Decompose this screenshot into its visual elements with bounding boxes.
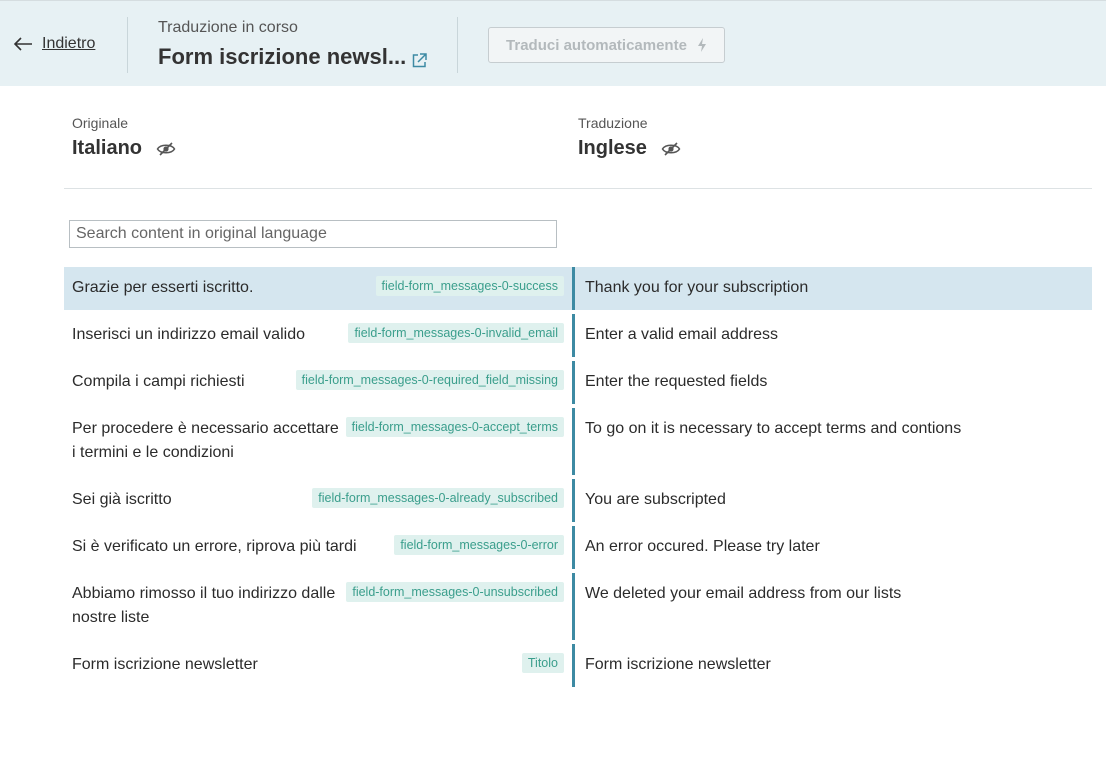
table-row: field-form_messages-0-unsubscribed Abbiam… xyxy=(64,573,1092,640)
translation-cell[interactable]: You are subscripted xyxy=(572,479,1092,522)
translation-language-header: Traduzione Inglese xyxy=(578,115,681,160)
translation-cell[interactable]: An error occured. Please try later xyxy=(572,526,1092,569)
translation-cell[interactable]: Enter the requested fields xyxy=(572,361,1092,404)
original-language: Italiano xyxy=(72,137,143,159)
translation-language: Inglese xyxy=(578,137,647,159)
field-key-badge: field-form_messages-0-accept_terms xyxy=(345,417,564,437)
external-link-icon[interactable] xyxy=(411,52,428,69)
original-cell[interactable]: field-form_messages-0-accept_terms Per pr… xyxy=(64,408,572,475)
field-key-badge: field-form_messages-0-invalid_email xyxy=(348,323,564,343)
eye-slash-icon[interactable] xyxy=(661,141,681,157)
divider xyxy=(64,188,1092,189)
translation-cell[interactable]: To go on it is necessary to accept terms… xyxy=(572,408,1092,475)
page-title: Form iscrizione newsl... xyxy=(158,44,407,69)
original-text: Sei già iscritto xyxy=(72,491,172,508)
back-link[interactable]: Indietro xyxy=(12,34,95,54)
field-key-badge: field-form_messages-0-success xyxy=(375,276,564,296)
original-cell[interactable]: field-form_messages-0-unsubscribed Abbiam… xyxy=(64,573,572,640)
original-caption: Originale xyxy=(72,115,129,131)
translation-list: field-form_messages-0-success Grazie per … xyxy=(64,267,1092,691)
search-input[interactable] xyxy=(69,220,557,248)
eye-slash-icon[interactable] xyxy=(156,141,176,157)
table-row: field-form_messages-0-required_field_mis… xyxy=(64,361,1092,404)
original-text: Inserisci un indirizzo email valido xyxy=(72,326,305,343)
back-label[interactable]: Indietro xyxy=(42,35,95,53)
original-cell[interactable]: field-form_messages-0-error Si è verifica… xyxy=(64,526,572,569)
translation-status: Traduzione in corso xyxy=(158,19,298,36)
original-text: Si è verificato un errore, riprova più t… xyxy=(72,538,357,555)
table-row: field-form_messages-0-success Grazie per … xyxy=(64,267,1092,310)
table-row: field-form_messages-0-invalid_email Inser… xyxy=(64,314,1092,357)
original-text: Compila i campi richiesti xyxy=(72,373,245,390)
auto-translate-label: Traduci automaticamente xyxy=(506,36,687,54)
field-key-badge: field-form_messages-0-required_field_mis… xyxy=(295,370,564,390)
original-text: Per procedere è necessario accettare i t… xyxy=(72,420,339,461)
translation-caption: Traduzione xyxy=(578,115,648,131)
arrow-left-icon xyxy=(13,37,32,51)
original-cell[interactable]: field-form_messages-0-success Grazie per … xyxy=(64,267,572,310)
top-bar: Indietro Traduzione in corso Form iscriz… xyxy=(0,0,1106,86)
lightning-icon xyxy=(697,38,706,52)
original-text: Form iscrizione newsletter xyxy=(72,656,258,673)
original-text: Grazie per esserti iscritto. xyxy=(72,279,254,296)
divider xyxy=(457,17,458,73)
translation-cell[interactable]: We deleted your email address from our l… xyxy=(572,573,1092,640)
field-key-badge: Titolo xyxy=(521,653,564,673)
field-key-badge: field-form_messages-0-unsubscribed xyxy=(346,582,564,602)
field-key-badge: field-form_messages-0-already_subscribed xyxy=(312,488,564,508)
auto-translate-button[interactable]: Traduci automaticamente xyxy=(488,27,725,63)
table-row: Titolo Form iscrizione newsletter Form isc… xyxy=(64,644,1092,687)
original-cell[interactable]: field-form_messages-0-already_subscribed… xyxy=(64,479,572,522)
translation-cell[interactable]: Form iscrizione newsletter xyxy=(572,644,1092,687)
original-cell[interactable]: Titolo Form iscrizione newsletter xyxy=(64,644,572,687)
translation-cell[interactable]: Thank you for your subscription xyxy=(572,267,1092,310)
table-row: field-form_messages-0-already_subscribed… xyxy=(64,479,1092,522)
divider xyxy=(127,17,128,73)
table-row: field-form_messages-0-error Si è verifica… xyxy=(64,526,1092,569)
original-language-header: Originale Italiano xyxy=(72,115,176,160)
table-row: field-form_messages-0-accept_terms Per pr… xyxy=(64,408,1092,475)
translation-cell[interactable]: Enter a valid email address xyxy=(572,314,1092,357)
original-cell[interactable]: field-form_messages-0-required_field_mis… xyxy=(64,361,572,404)
field-key-badge: field-form_messages-0-error xyxy=(394,535,564,555)
original-text: Abbiamo rimosso il tuo indirizzo dalle n… xyxy=(72,585,336,626)
original-cell[interactable]: field-form_messages-0-invalid_email Inser… xyxy=(64,314,572,357)
